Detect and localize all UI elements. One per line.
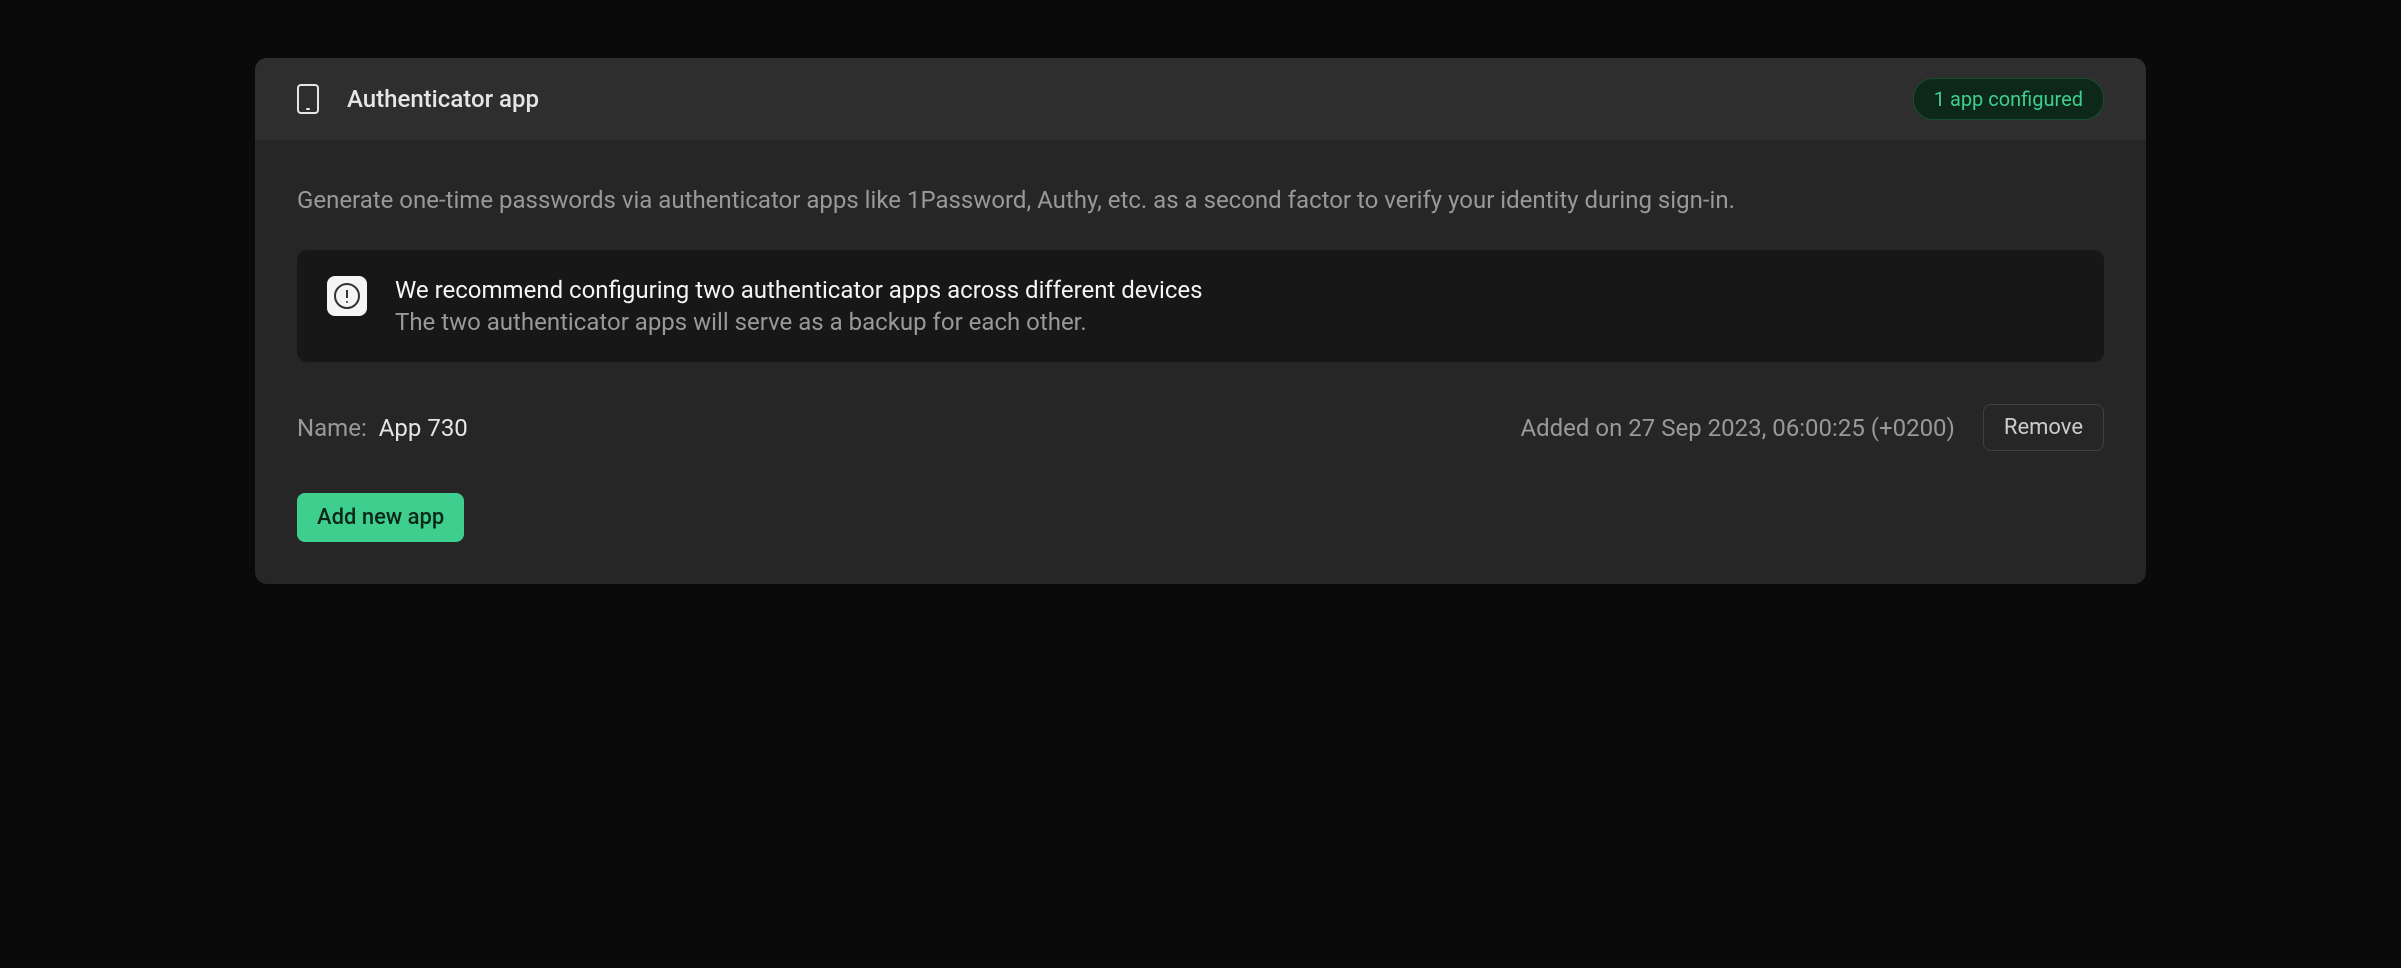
app-added-date: Added on 27 Sep 2023, 06:00:25 (+0200) <box>1520 414 1954 442</box>
remove-button[interactable]: Remove <box>1983 404 2104 451</box>
notice-subtitle: The two authenticator apps will serve as… <box>395 308 2074 336</box>
status-badge: 1 app configured <box>1913 78 2104 120</box>
add-new-app-button[interactable]: Add new app <box>297 493 464 542</box>
alert-icon <box>327 276 367 316</box>
app-row: Name: App 730 Added on 27 Sep 2023, 06:0… <box>297 404 2104 451</box>
description-text: Generate one-time passwords via authenti… <box>297 182 2104 218</box>
authenticator-card: Authenticator app 1 app configured Gener… <box>255 58 2146 584</box>
notice-content: We recommend configuring two authenticat… <box>395 276 2074 336</box>
header-title: Authenticator app <box>347 85 539 113</box>
app-name-value: App 730 <box>379 414 468 442</box>
device-icon <box>297 84 319 114</box>
app-name-label: Name: <box>297 414 367 442</box>
card-header: Authenticator app 1 app configured <box>255 58 2146 140</box>
card-body: Generate one-time passwords via authenti… <box>255 140 2146 584</box>
notice-box: We recommend configuring two authenticat… <box>297 250 2104 362</box>
notice-title: We recommend configuring two authenticat… <box>395 276 2074 304</box>
header-left: Authenticator app <box>297 84 539 114</box>
